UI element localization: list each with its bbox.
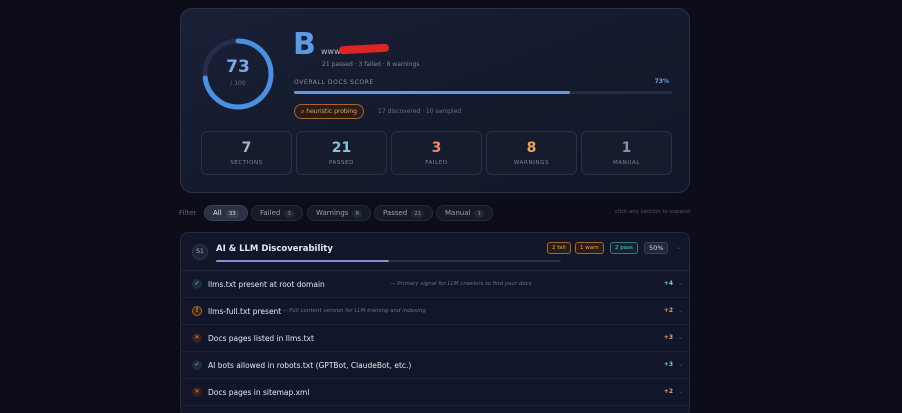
redaction-mark	[338, 43, 390, 55]
stat-label: PASSED	[328, 160, 355, 166]
check-name: Docs pages in sitemap.xml	[208, 388, 310, 397]
check-points: +4	[663, 280, 673, 287]
check-item[interactable]: ! llms-full.txt present — Full content v…	[181, 298, 691, 325]
stat-label: MANUAL	[612, 160, 641, 166]
check-points: +3	[663, 334, 673, 341]
stat-passed: 21 PASSED	[296, 131, 387, 175]
filter-chip-count: 1	[474, 210, 484, 218]
check-points: +3	[663, 361, 673, 368]
stat-label: FAILED	[425, 160, 448, 166]
warn-count-badge: 1 warn	[575, 242, 604, 254]
filter-chip-label: All	[213, 209, 222, 217]
pass-count-badge: 2 pass	[610, 242, 638, 254]
stat-sections: 7 SECTIONS	[201, 131, 292, 175]
check-item[interactable]: ✓ llms.txt present at root domain — Prim…	[181, 271, 691, 298]
section-score-badge: 50%	[644, 242, 669, 254]
check-item[interactable]: ✕ Docs pages listed in llms.txt +3 ⌄	[181, 325, 691, 352]
score-max: / 100	[230, 80, 246, 87]
check-item[interactable]: ✕ Docs pages in sitemap.xml +2 ⌄	[181, 379, 691, 406]
site-name: www	[321, 47, 341, 56]
score-value: 73	[226, 57, 250, 77]
check-item[interactable]: ✓ AI bots allowed in robots.txt (GPTBot,…	[181, 352, 691, 379]
section-header[interactable]: S1 AI & LLM Discoverability 2 fail 1 war…	[181, 233, 691, 271]
filter-chip-label: Manual	[445, 209, 471, 217]
filter-chip-passed[interactable]: Passed 21	[374, 205, 434, 221]
warning-icon: !	[192, 306, 202, 316]
check-description: — Full content version for LLM training …	[282, 308, 426, 314]
filter-chip-label: Warnings	[316, 209, 349, 217]
overall-score-percent: 73%	[654, 78, 669, 85]
check-name: llms-full.txt present	[208, 307, 282, 316]
expand-hint: click any section to expand	[614, 209, 690, 215]
probe-stats: 17 discovered · 10 sampled	[378, 108, 462, 115]
check-name: llms.txt present at root domain	[208, 280, 325, 289]
filter-chip-count: 33	[225, 210, 239, 218]
check-icon: ✓	[192, 360, 202, 370]
filter-chip-failed[interactable]: Failed 3	[251, 205, 303, 221]
check-points: +2	[663, 388, 673, 395]
score-card: 73 / 100 B www 21 passed · 3 failed · 8 …	[180, 8, 690, 193]
chevron-down-icon[interactable]: ⌄	[676, 244, 681, 251]
fail-icon: ✕	[192, 333, 202, 343]
section-progress-fill	[216, 260, 389, 262]
section-number-badge: S1	[192, 244, 208, 260]
score-ring: 73 / 100	[201, 37, 275, 111]
fail-icon: ✕	[192, 387, 202, 397]
probe-method-badge: ⌕ heuristic probing	[294, 104, 364, 119]
stat-manual: 1 MANUAL	[581, 131, 672, 175]
filter-chip-count: 3	[284, 210, 294, 218]
stat-value: 21	[331, 140, 352, 156]
results-summary: 21 passed · 3 failed · 8 warnings	[322, 61, 420, 68]
check-name: AI bots allowed in robots.txt (GPTBot, C…	[208, 361, 412, 370]
filter-chip-label: Failed	[260, 209, 281, 217]
filter-chip-label: Passed	[383, 209, 408, 217]
filter-chip-warnings[interactable]: Warnings 8	[307, 205, 371, 221]
chevron-down-icon: ⌄	[677, 388, 683, 395]
overall-score-label: OVERALL DOCS SCORE	[294, 79, 374, 86]
check-icon: ✓	[192, 279, 202, 289]
stat-warnings: 8 WARNINGS	[486, 131, 577, 175]
site-logo-letter: B	[293, 27, 316, 62]
fail-count-badge: 2 fail	[547, 242, 571, 254]
check-description: — Primary signal for LLM crawlers to fin…	[390, 281, 532, 287]
filter-chip-count: 21	[411, 210, 425, 218]
stat-value: 7	[241, 140, 252, 156]
filter-chip-all[interactable]: All 33	[204, 205, 248, 221]
stat-failed: 3 FAILED	[391, 131, 482, 175]
chevron-down-icon: ⌄	[677, 334, 683, 341]
chevron-down-icon: ⌄	[677, 280, 683, 287]
stat-value: 1	[621, 140, 632, 156]
filter-label: Filter	[179, 209, 197, 217]
chevron-down-icon: ⌄	[677, 361, 683, 368]
stat-value: 8	[526, 140, 537, 156]
stat-label: SECTIONS	[230, 160, 263, 166]
section-ai-llm-discoverability: S1 AI & LLM Discoverability 2 fail 1 war…	[180, 232, 691, 413]
overall-score-bar	[294, 91, 672, 94]
filter-chip-count: 8	[352, 210, 362, 218]
stat-label: WARNINGS	[513, 160, 550, 166]
overall-score-bar-fill	[294, 91, 570, 94]
filter-chip-manual[interactable]: Manual 1	[436, 205, 493, 221]
chevron-down-icon: ⌄	[677, 307, 683, 314]
section-title: AI & LLM Discoverability	[216, 244, 333, 254]
check-points: +2	[663, 307, 673, 314]
section-progress-bar	[216, 260, 561, 262]
probe-method-label: heuristic probing	[306, 108, 357, 115]
check-name: Docs pages listed in llms.txt	[208, 334, 314, 343]
stat-value: 3	[431, 140, 442, 156]
search-icon: ⌕	[301, 108, 305, 115]
